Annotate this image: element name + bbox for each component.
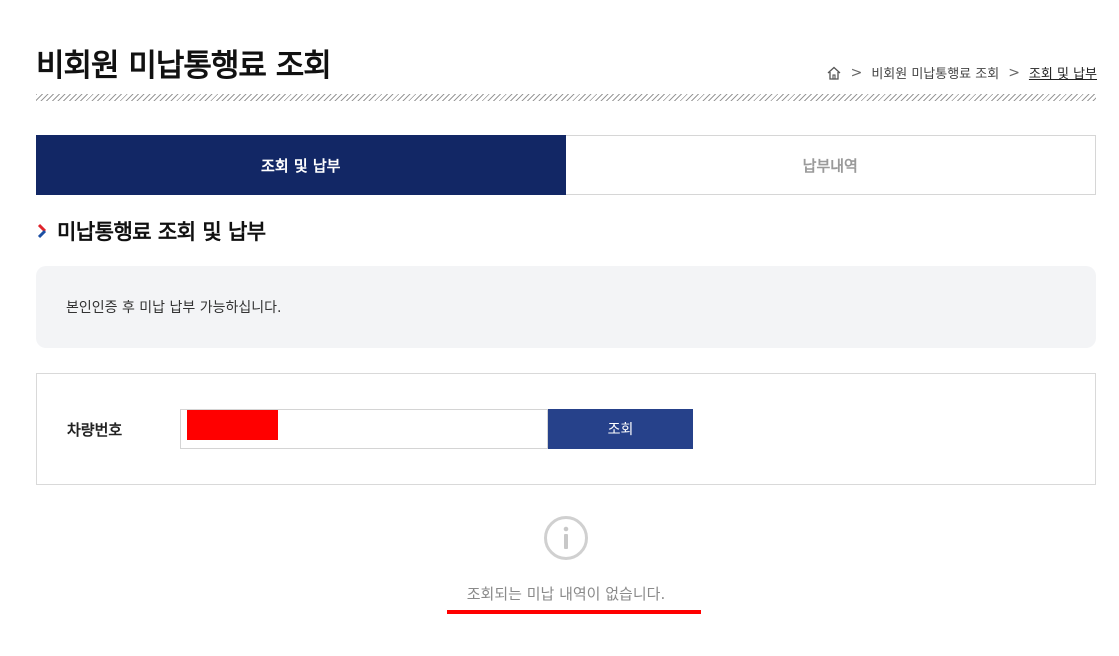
tab-lookup-and-pay[interactable]: 조회 및 납부 (36, 135, 566, 195)
home-icon[interactable] (826, 65, 842, 81)
title-divider (36, 94, 1096, 101)
highlight-underline (447, 610, 701, 614)
vehicle-number-label: 차량번호 (67, 421, 123, 439)
tab-bar: 조회 및 납부 납부내역 (36, 135, 1096, 195)
redaction-mark (187, 410, 278, 440)
breadcrumb-item-current[interactable]: 조회 및 납부 (1029, 63, 1097, 82)
notice-text: 본인인증 후 미납 납부 가능하십니다. (66, 300, 282, 316)
breadcrumb: > 비회원 미납통행료 조회 > 조회 및 납부 (826, 63, 1097, 82)
empty-message: 조회되는 미납 내역이 없습니다. (466, 585, 666, 603)
notice-box: 본인인증 후 미납 납부 가능하십니다. (36, 266, 1096, 348)
section-chevron-icon (37, 223, 47, 239)
breadcrumb-item-nonmember-lookup[interactable]: 비회원 미납통행료 조회 (871, 63, 999, 82)
info-icon (544, 516, 588, 560)
chevron-right-icon: > (850, 64, 863, 81)
chevron-right-icon: > (1008, 64, 1020, 81)
search-panel: 차량번호 조회 (36, 373, 1096, 485)
page-title: 비회원 미납통행료 조회 (36, 48, 332, 84)
section-title: 미납통행료 조회 및 납부 (36, 216, 266, 246)
section-title-text: 미납통행료 조회 및 납부 (57, 220, 266, 244)
search-button[interactable]: 조회 (548, 409, 693, 449)
empty-state (0, 515, 1119, 561)
tab-payment-history[interactable]: 납부내역 (565, 135, 1096, 195)
